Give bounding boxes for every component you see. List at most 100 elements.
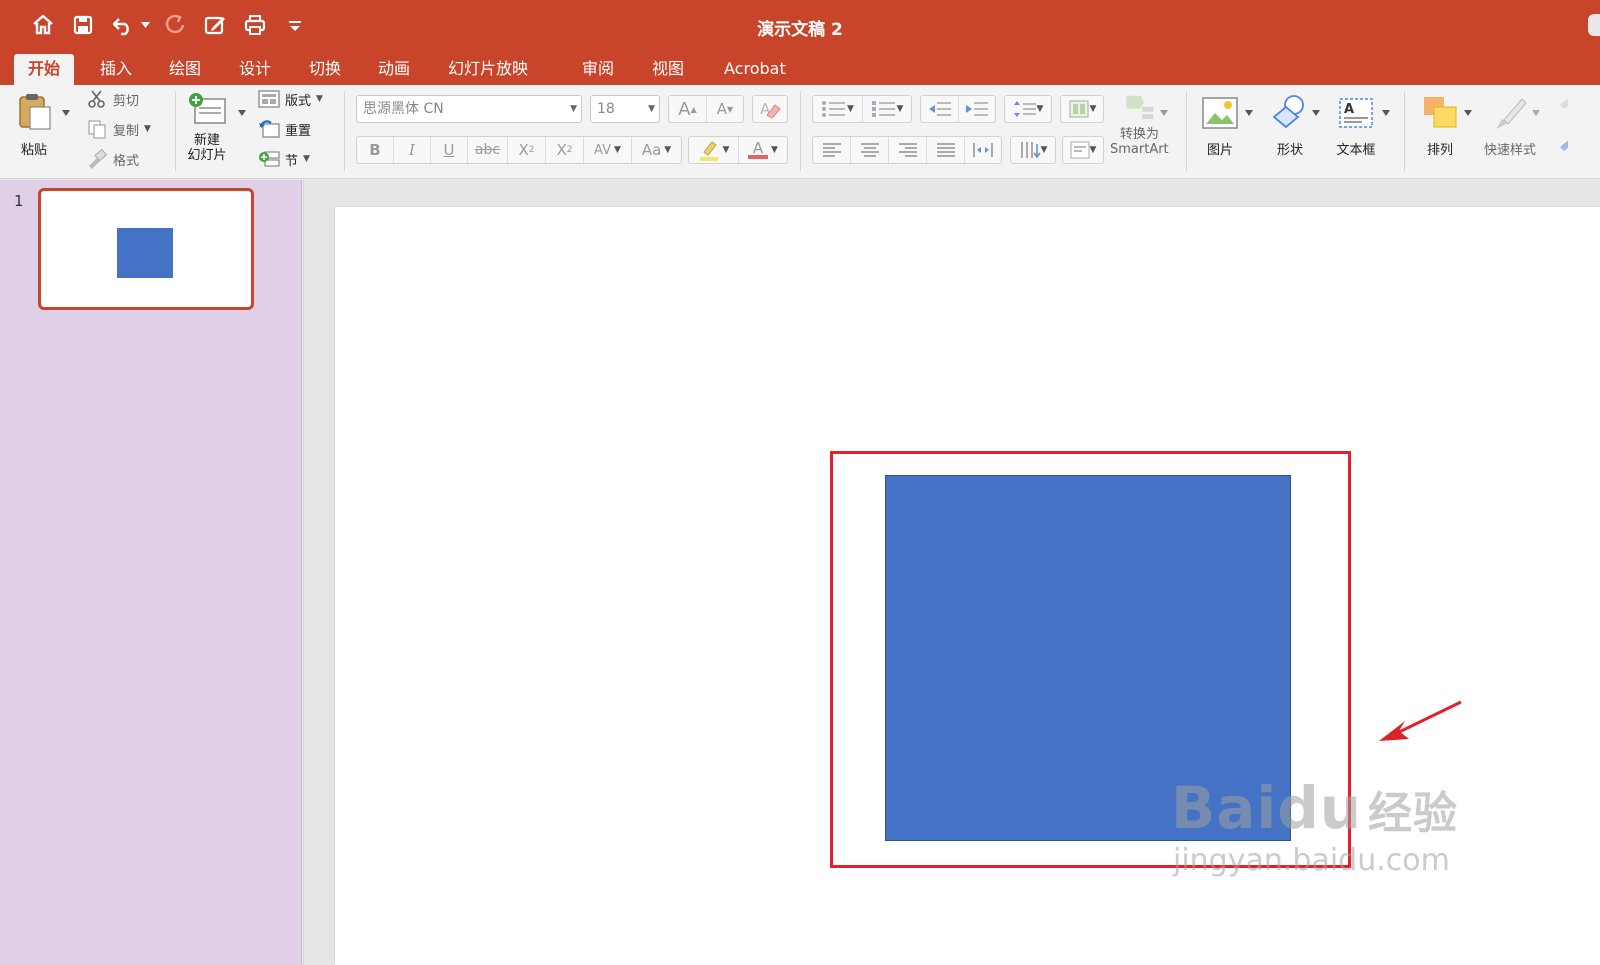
slide-thumbnail[interactable] (38, 188, 254, 310)
justify-icon (936, 143, 955, 157)
shapes-dropdown[interactable] (1312, 110, 1320, 116)
format-painter-button[interactable]: 格式 (86, 147, 151, 171)
scissors-icon (88, 90, 105, 108)
tab-animations[interactable]: 动画 (364, 54, 424, 85)
picture-dropdown[interactable] (1245, 110, 1253, 116)
ribbon-overflow[interactable] (1556, 95, 1568, 165)
align-text-button[interactable]: ▼ (1063, 137, 1103, 163)
layout-dropdown-caret[interactable]: ▼ (316, 94, 323, 104)
tab-transitions[interactable]: 切换 (295, 54, 355, 85)
quick-styles-button[interactable]: 快速样式 (1484, 93, 1536, 158)
subscript-glyph: X (556, 141, 567, 159)
subscript-button[interactable]: X2 (546, 137, 584, 163)
shapes-icon (1272, 95, 1304, 129)
tab-view[interactable]: 视图 (638, 54, 698, 85)
textbox-dropdown[interactable] (1382, 110, 1390, 116)
distribute-icon (973, 143, 993, 157)
arrange-dropdown[interactable] (1464, 110, 1472, 116)
format-painter-icon (89, 149, 108, 169)
align-right-button[interactable] (889, 137, 927, 163)
copy-button[interactable]: 复制 ▼ (86, 117, 151, 141)
paste-icon (19, 94, 51, 130)
separator (1404, 91, 1405, 171)
character-spacing-button[interactable]: AV ▼ (584, 137, 632, 163)
increase-indent-button[interactable] (959, 96, 995, 122)
thumbnail-rectangle-shape (117, 228, 173, 278)
paste-button[interactable]: 粘贴 (14, 91, 54, 158)
paste-dropdown[interactable] (62, 110, 70, 116)
layout-button[interactable]: 版式 ▼ (258, 87, 323, 111)
columns-group: ▼ (1060, 95, 1104, 123)
separator (175, 91, 176, 171)
justify-button[interactable] (927, 137, 965, 163)
chevron-down-icon: ▼ (570, 104, 577, 114)
align-left-button[interactable] (813, 137, 851, 163)
shapes-button[interactable]: 形状 (1270, 93, 1310, 158)
smartart-dropdown[interactable] (1160, 110, 1168, 116)
slide-canvas[interactable] (335, 207, 1600, 965)
arrange-button[interactable]: 排列 (1420, 93, 1460, 158)
separator (1186, 91, 1187, 171)
tab-review[interactable]: 审阅 (568, 54, 628, 85)
font-name-value: 思源黑体 CN (363, 101, 444, 117)
smartart-label-line1: 转换为 (1119, 127, 1159, 142)
underline-button[interactable]: U (431, 137, 468, 163)
font-color-button[interactable]: A ▼ (739, 137, 787, 163)
copy-icon (88, 120, 106, 139)
font-size-combo[interactable]: 18 ▼ (590, 95, 660, 123)
tab-acrobat[interactable]: Acrobat (710, 54, 800, 85)
layout-icon (258, 90, 280, 108)
section-button[interactable]: 节 ▼ (258, 147, 323, 171)
font-color-glyph: A (752, 139, 764, 157)
columns-button[interactable]: ▼ (1061, 96, 1103, 122)
line-spacing-button[interactable]: ▼ (1005, 96, 1051, 122)
highlighter-icon (699, 141, 718, 161)
copy-label: 复制 (113, 123, 140, 139)
tab-slideshow[interactable]: 幻灯片放映 (434, 54, 542, 85)
tab-draw[interactable]: 绘图 (155, 54, 215, 85)
font-name-combo[interactable]: 思源黑体 CN ▼ (356, 95, 582, 123)
decrease-font-button[interactable]: A ▼ (707, 96, 743, 122)
eraser-icon: A (760, 100, 781, 119)
change-case-button[interactable]: Aa ▼ (632, 137, 681, 163)
pane-divider[interactable] (303, 180, 304, 965)
bold-button[interactable]: B (357, 137, 394, 163)
search-button[interactable] (1588, 14, 1600, 36)
reset-icon (259, 120, 280, 138)
slides-group: 版式 ▼ 重置 节 ▼ (258, 87, 323, 171)
reset-label: 重置 (285, 123, 312, 139)
superscript-button[interactable]: X2 (508, 137, 546, 163)
distributed-button[interactable] (965, 137, 1001, 163)
align-center-button[interactable] (851, 137, 889, 163)
section-dropdown-caret[interactable]: ▼ (303, 154, 310, 164)
decrease-indent-button[interactable] (921, 96, 959, 122)
increase-font-button[interactable]: A ▲ (669, 96, 707, 122)
tab-home[interactable]: 开始 (14, 54, 75, 85)
highlight-button[interactable]: ▼ (689, 137, 739, 163)
copy-dropdown-caret[interactable]: ▼ (144, 124, 151, 134)
textbox-button[interactable]: A 文本框 (1336, 93, 1376, 158)
new-slide-dropdown[interactable] (238, 110, 246, 116)
shapes-label: 形状 (1276, 143, 1303, 158)
indent-icon (966, 102, 988, 116)
new-slide-button[interactable]: 新建 幻灯片 (187, 91, 227, 163)
arrange-icon (1424, 97, 1457, 128)
italic-button[interactable]: I (394, 137, 431, 163)
format-painter-label: 格式 (113, 153, 140, 169)
tab-insert[interactable]: 插入 (86, 54, 146, 85)
change-case-glyph: Aa (641, 141, 662, 159)
cut-button[interactable]: 剪切 (86, 87, 151, 111)
superscript-mark: 2 (528, 145, 535, 155)
text-direction-button[interactable]: ▼ (1011, 137, 1055, 163)
outdent-icon (928, 102, 951, 116)
quick-styles-dropdown[interactable] (1532, 110, 1540, 116)
reset-button[interactable]: 重置 (258, 117, 323, 141)
section-label: 节 (285, 153, 299, 169)
convert-smartart-button[interactable]: 转换为 SmartArt (1110, 91, 1169, 157)
bullets-button[interactable]: ▼ (813, 96, 863, 122)
numbering-button[interactable]: ▼ (863, 96, 911, 122)
tab-design[interactable]: 设计 (225, 54, 285, 85)
picture-button[interactable]: 图片 (1200, 93, 1240, 158)
clear-formatting-button[interactable]: A (753, 96, 787, 122)
strikethrough-button[interactable]: abc (468, 137, 508, 163)
